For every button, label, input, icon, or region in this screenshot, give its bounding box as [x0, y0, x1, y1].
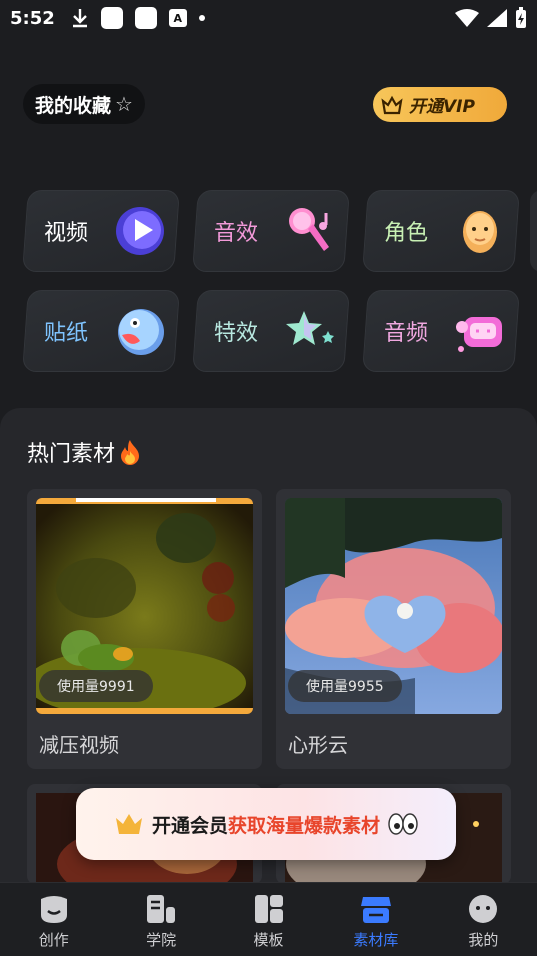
app-notification-icon: A: [168, 9, 187, 27]
tab-academy[interactable]: 学院: [107, 883, 214, 956]
notification-icon: [134, 7, 157, 29]
play-icon: [116, 207, 164, 255]
open-vip-button[interactable]: 开通VIP: [373, 87, 507, 122]
battery-icon: [516, 7, 526, 28]
crown-icon: [381, 95, 403, 114]
status-time: 5:52: [10, 7, 55, 29]
wifi-icon: [455, 9, 479, 27]
category-special-effect[interactable]: 特效: [192, 290, 350, 372]
create-icon: [40, 896, 67, 923]
category-label: 贴纸: [44, 321, 89, 346]
tab-material-library[interactable]: 素材库: [322, 883, 429, 956]
template-icon: [254, 895, 283, 923]
category-label: 特效: [214, 321, 259, 346]
usage-count: 使用量9991: [39, 670, 153, 702]
tab-label: 素材库: [353, 931, 399, 949]
academy-icon: [147, 895, 176, 923]
fire-icon: [121, 440, 140, 465]
category-audio[interactable]: 音频: [362, 290, 520, 372]
bottom-tab-bar: 创作 学院 模板 素材库 我的: [0, 882, 537, 956]
tab-label: 我的: [468, 931, 499, 949]
favorites-button[interactable]: 我的收藏 ☆: [23, 84, 145, 124]
tab-profile[interactable]: 我的: [430, 883, 537, 956]
more-notifications-icon: [198, 15, 205, 21]
star-icon: ☆: [115, 92, 133, 116]
store-icon: [360, 897, 391, 923]
star-icon: [286, 311, 334, 345]
notification-icon: [100, 7, 123, 29]
category-label: 音频: [384, 321, 429, 346]
tab-label: 模板: [253, 931, 284, 949]
material-card[interactable]: 使用量9955 心形云: [276, 489, 511, 769]
material-name: 心形云: [288, 733, 348, 757]
category-label: 视频: [44, 221, 89, 246]
vip-promo-banner[interactable]: 开通会员获取海量爆款素材: [76, 788, 456, 860]
material-card[interactable]: 使用量9991 减压视频: [27, 489, 262, 769]
category-video[interactable]: 视频: [22, 190, 180, 272]
tab-create[interactable]: 创作: [0, 883, 107, 956]
category-character[interactable]: 角色: [362, 190, 520, 272]
eyes-icon: [388, 813, 418, 835]
promo-highlight: 获取海量爆款素材: [228, 814, 381, 837]
category-label: 角色: [384, 221, 429, 246]
favorites-label: 我的收藏: [35, 94, 112, 117]
status-bar: 5:52 A: [0, 0, 537, 36]
category-label: 音效: [214, 221, 259, 246]
section-title: 热门素材: [27, 436, 141, 468]
tv-audio-icon: [456, 317, 502, 352]
tab-template[interactable]: 模板: [215, 883, 322, 956]
promo-prefix: 开通会员: [151, 814, 228, 837]
profile-icon: [469, 895, 498, 923]
tab-label: 创作: [38, 931, 69, 949]
category-more[interactable]: [530, 190, 537, 272]
microphone-icon: [289, 208, 329, 251]
category-sticker[interactable]: 贴纸: [22, 290, 180, 372]
face-icon: [463, 211, 497, 253]
usage-count: 使用量9955: [288, 670, 402, 702]
bird-sticker-icon: [118, 309, 164, 355]
hot-materials-title: 热门素材: [27, 442, 116, 467]
tab-label: 学院: [146, 931, 177, 949]
category-sound-effect[interactable]: 音效: [192, 190, 350, 272]
vip-label: 开通VIP: [409, 97, 475, 117]
download-icon: [72, 9, 87, 28]
material-name: 减压视频: [39, 733, 119, 757]
crown-icon: [115, 814, 142, 834]
signal-icon: [487, 9, 507, 27]
